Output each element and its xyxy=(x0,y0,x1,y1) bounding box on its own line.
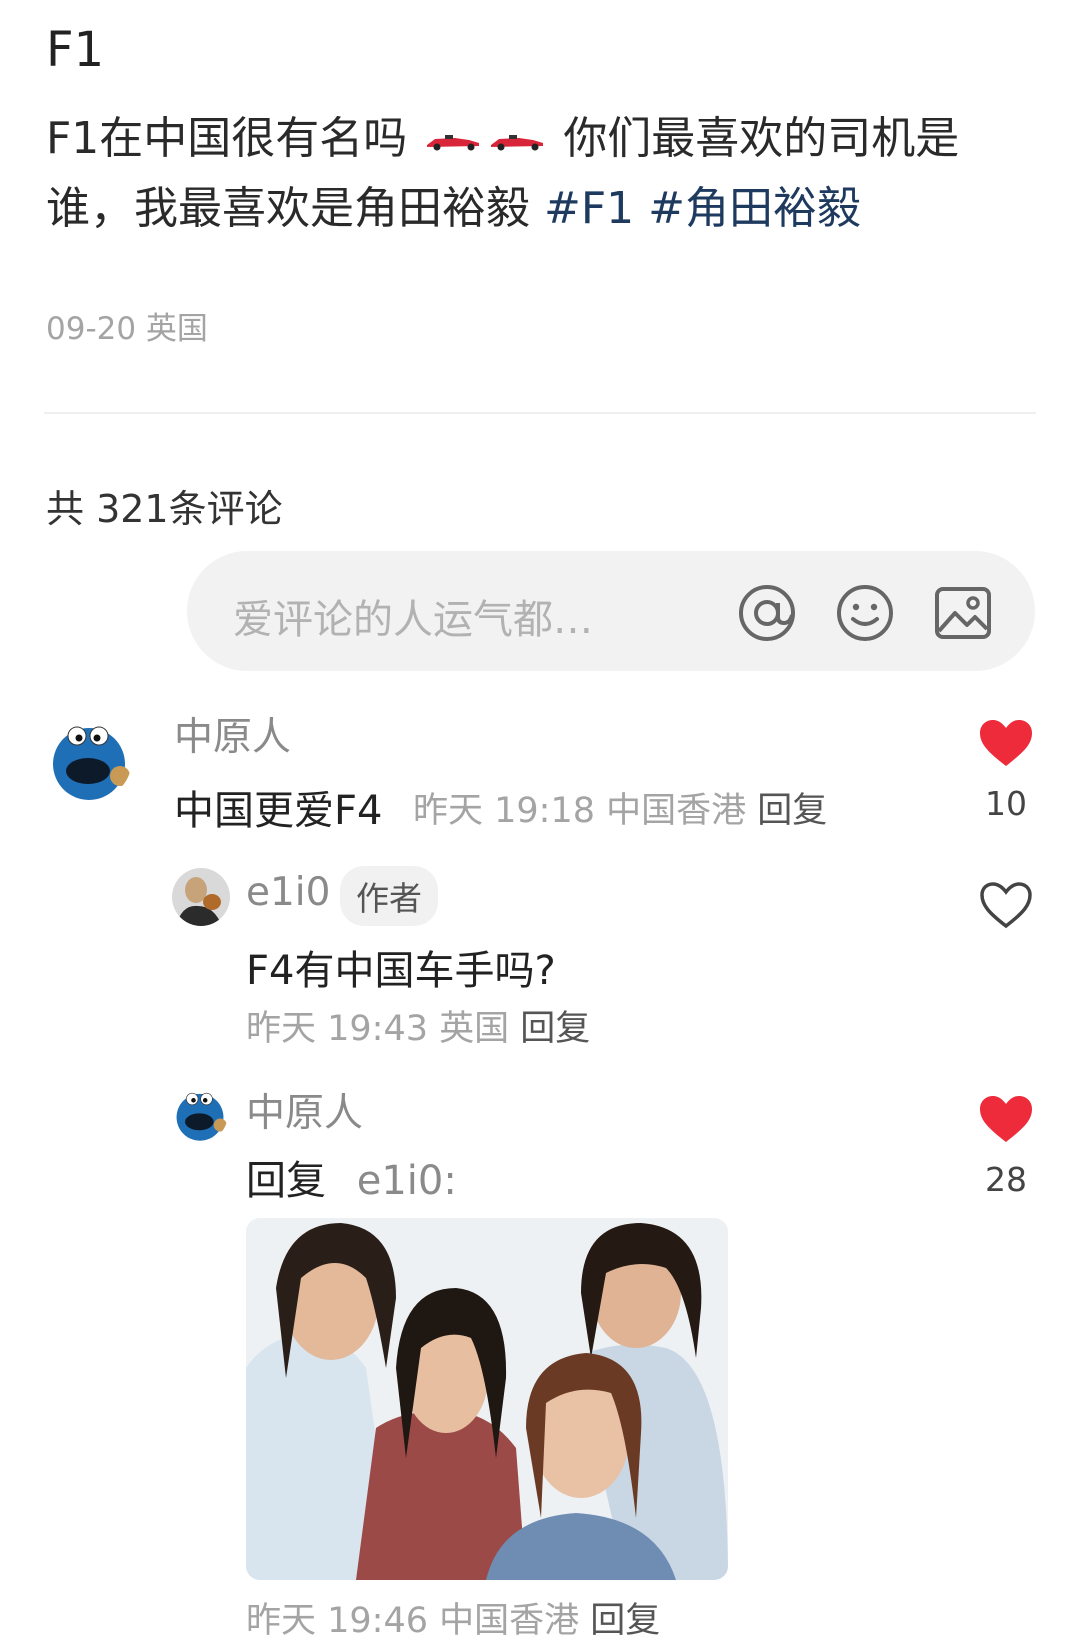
reply-text: 回复 e1i0: xyxy=(246,1148,457,1206)
reply-prefix: 回复 xyxy=(246,1158,326,1204)
comment-input-placeholder: 爱评论的人运气都… xyxy=(233,597,593,643)
author-avatar xyxy=(172,868,230,926)
reply-author[interactable]: 中原人 xyxy=(246,1082,363,1138)
comment-time: 昨天 19:18 中国香港 xyxy=(413,791,747,831)
post-body: F1在中国很有名吗 你们最喜欢的司机是谁，我最喜欢是角田裕毅 #F1 #角田裕毅 xyxy=(46,104,1046,244)
hashtag-tsunoda[interactable]: #角田裕毅 xyxy=(648,183,861,234)
avatar[interactable] xyxy=(172,868,230,926)
reply-button[interactable]: 回复 xyxy=(757,791,827,831)
group-photo xyxy=(246,1218,728,1580)
avatar[interactable] xyxy=(46,716,132,802)
image-icon[interactable] xyxy=(933,583,993,643)
reply-time: 昨天 19:43 英国 xyxy=(246,1009,510,1049)
like-count: 10 xyxy=(985,784,1027,823)
reply-time: 昨天 19:46 中国香港 xyxy=(246,1601,580,1636)
comment-text: 中国更爱F4 xyxy=(174,788,383,834)
reply-meta: 昨天 19:46 中国香港 回复 xyxy=(246,1592,660,1636)
race-car-icon xyxy=(491,135,544,151)
author-badge: 作者 xyxy=(340,866,438,926)
cookie-monster-avatar xyxy=(172,1086,228,1142)
post-title: F1 xyxy=(46,22,105,78)
hashtag-f1[interactable]: #F1 xyxy=(544,183,634,234)
post-meta: 09-20 英国 xyxy=(46,311,208,347)
race-car-icon xyxy=(427,135,480,151)
reply-button[interactable]: 回复 xyxy=(520,1009,590,1049)
comment-count: 共 321条评论 xyxy=(46,487,283,531)
post-body-text-1: F1在中国很有名吗 xyxy=(46,113,408,164)
cookie-monster-avatar xyxy=(46,716,132,802)
comment-input[interactable]: 爱评论的人运气都… xyxy=(187,551,1035,671)
reply-to-user[interactable]: e1i0: xyxy=(357,1158,457,1204)
heart-outline-icon[interactable] xyxy=(978,880,1034,930)
reply-text: F4有中国车手吗? xyxy=(246,948,556,994)
heart-icon[interactable] xyxy=(978,1094,1034,1144)
reply-meta: 昨天 19:43 英国 回复 xyxy=(246,1000,590,1051)
reply-button[interactable]: 回复 xyxy=(590,1601,660,1636)
avatar[interactable] xyxy=(172,1086,228,1142)
reply-author[interactable]: e1i0 xyxy=(246,870,330,915)
heart-icon[interactable] xyxy=(978,718,1034,768)
emoji-icon[interactable] xyxy=(835,583,895,643)
at-icon[interactable] xyxy=(737,583,797,643)
comment-author[interactable]: 中原人 xyxy=(174,706,291,762)
divider xyxy=(44,412,1036,414)
comment-meta: 昨天 19:18 中国香港 回复 xyxy=(413,782,827,833)
reply-image[interactable] xyxy=(246,1218,728,1580)
like-count: 28 xyxy=(985,1160,1027,1199)
